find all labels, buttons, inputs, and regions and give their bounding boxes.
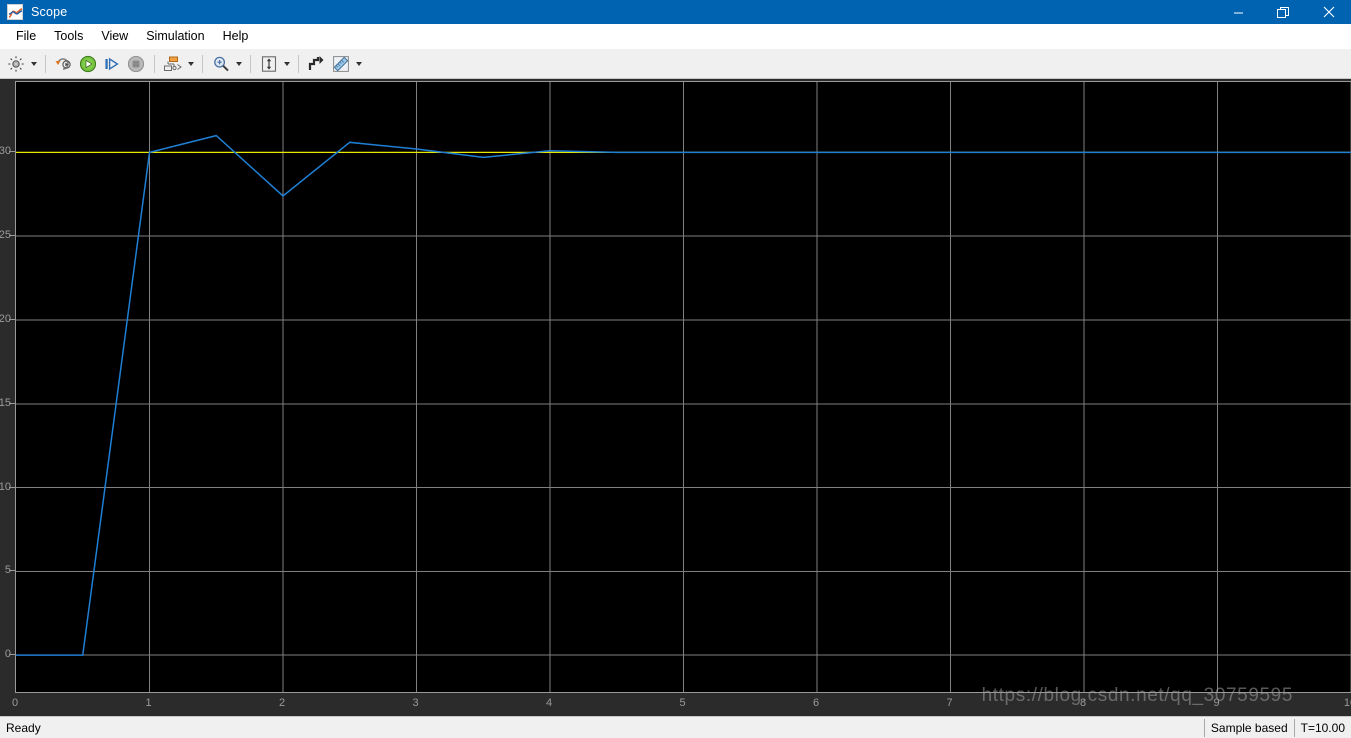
y-tick-label: 15 — [0, 396, 11, 409]
chevron-down-icon — [30, 61, 37, 66]
gear-icon — [8, 55, 24, 72]
chevron-down-icon — [355, 61, 362, 66]
tool-bar — [0, 49, 1351, 79]
y-tick-label: 25 — [0, 229, 11, 242]
y-tick-label: 30 — [0, 145, 11, 158]
measurements-button[interactable] — [329, 52, 353, 76]
y-tick-label: 0 — [4, 648, 11, 661]
toolbar-separator-4 — [250, 54, 251, 73]
signal-selection-caret[interactable] — [185, 52, 196, 76]
menu-tools[interactable]: Tools — [45, 26, 92, 46]
autoscale-caret[interactable] — [281, 52, 292, 76]
x-tick-label: 5 — [679, 697, 686, 709]
x-tick-label: 6 — [812, 697, 820, 709]
y-axis-labels: 0 5 10 15 20 25 30 — [0, 79, 15, 716]
scope-window: Scope File Tools View Simulation Help 0 … — [0, 0, 1351, 738]
style-button[interactable] — [305, 52, 329, 76]
menu-simulation[interactable]: Simulation — [137, 26, 213, 46]
play-icon — [79, 55, 97, 72]
plot-area[interactable] — [15, 81, 1351, 693]
x-tick-label: 1 — [145, 697, 152, 709]
scope-plot-container[interactable]: 051015202530 012345678910 https://blog.c… — [0, 79, 1351, 716]
title-bar: Scope — [0, 0, 1351, 24]
step-forward-icon — [105, 57, 119, 70]
minimize-button[interactable] — [1216, 0, 1261, 24]
window-title: Scope — [31, 5, 68, 19]
zoom-in-icon — [214, 56, 229, 71]
scope-wave-glyph — [9, 8, 22, 18]
stop-icon — [127, 55, 145, 72]
toolbar-separator-5 — [298, 54, 299, 73]
restore-button[interactable] — [1261, 0, 1306, 24]
signal-selector-icon — [164, 56, 182, 71]
measurements-ruler-icon — [333, 55, 349, 72]
autoscale-icon — [261, 55, 277, 72]
y-tick-label: 20 — [0, 312, 11, 325]
close-button[interactable] — [1306, 0, 1351, 24]
x-tick-label: 9 — [1213, 697, 1220, 709]
menu-help[interactable]: Help — [214, 26, 258, 46]
update-diagram-button[interactable] — [52, 52, 76, 76]
x-tick-label: 2 — [278, 697, 286, 709]
chevron-down-icon — [235, 61, 242, 66]
menu-bar: File Tools View Simulation Help — [0, 24, 1351, 49]
x-tick-label: 0 — [11, 697, 19, 709]
window-controls — [1216, 0, 1351, 24]
x-tick-label: 7 — [946, 697, 953, 709]
style-icon — [308, 55, 324, 70]
status-ready-label: Ready — [6, 720, 41, 735]
x-tick-label: 4 — [545, 697, 553, 709]
menu-view[interactable]: View — [92, 26, 137, 46]
status-bar: Ready Sample based T=10.00 — [0, 716, 1351, 738]
configuration-properties-caret[interactable] — [28, 52, 39, 76]
rewind-run-icon — [55, 57, 71, 70]
measurements-caret[interactable] — [353, 52, 364, 76]
autoscale-button[interactable] — [257, 52, 281, 76]
signal-selection-button[interactable] — [161, 52, 185, 76]
toolbar-separator-1 — [45, 54, 46, 73]
x-axis-labels: 0 1 2 3 4 5 6 7 8 9 10 — [0, 694, 1351, 716]
y-tick-label: 10 — [0, 480, 11, 493]
toolbar-separator-2 — [154, 54, 155, 73]
zoom-button[interactable] — [209, 52, 233, 76]
x-tick-label: 3 — [412, 697, 419, 709]
chevron-down-icon — [187, 61, 194, 66]
y-tick-label: 5 — [4, 564, 11, 577]
configuration-properties-button[interactable] — [4, 52, 28, 76]
chart-canvas — [16, 82, 1351, 692]
step-forward-button[interactable] — [100, 52, 124, 76]
x-tick-label: 8 — [1079, 697, 1087, 709]
toolbar-separator-3 — [202, 54, 203, 73]
stop-button[interactable] — [124, 52, 148, 76]
run-button[interactable] — [76, 52, 100, 76]
status-time: T=10.00 — [1293, 718, 1351, 737]
chevron-down-icon — [283, 61, 290, 66]
status-frame-mode: Sample based — [1203, 718, 1295, 737]
matlab-scope-icon — [7, 4, 23, 20]
zoom-caret[interactable] — [233, 52, 244, 76]
x-tick-label: 10 — [1343, 697, 1351, 709]
menu-file[interactable]: File — [7, 26, 45, 46]
